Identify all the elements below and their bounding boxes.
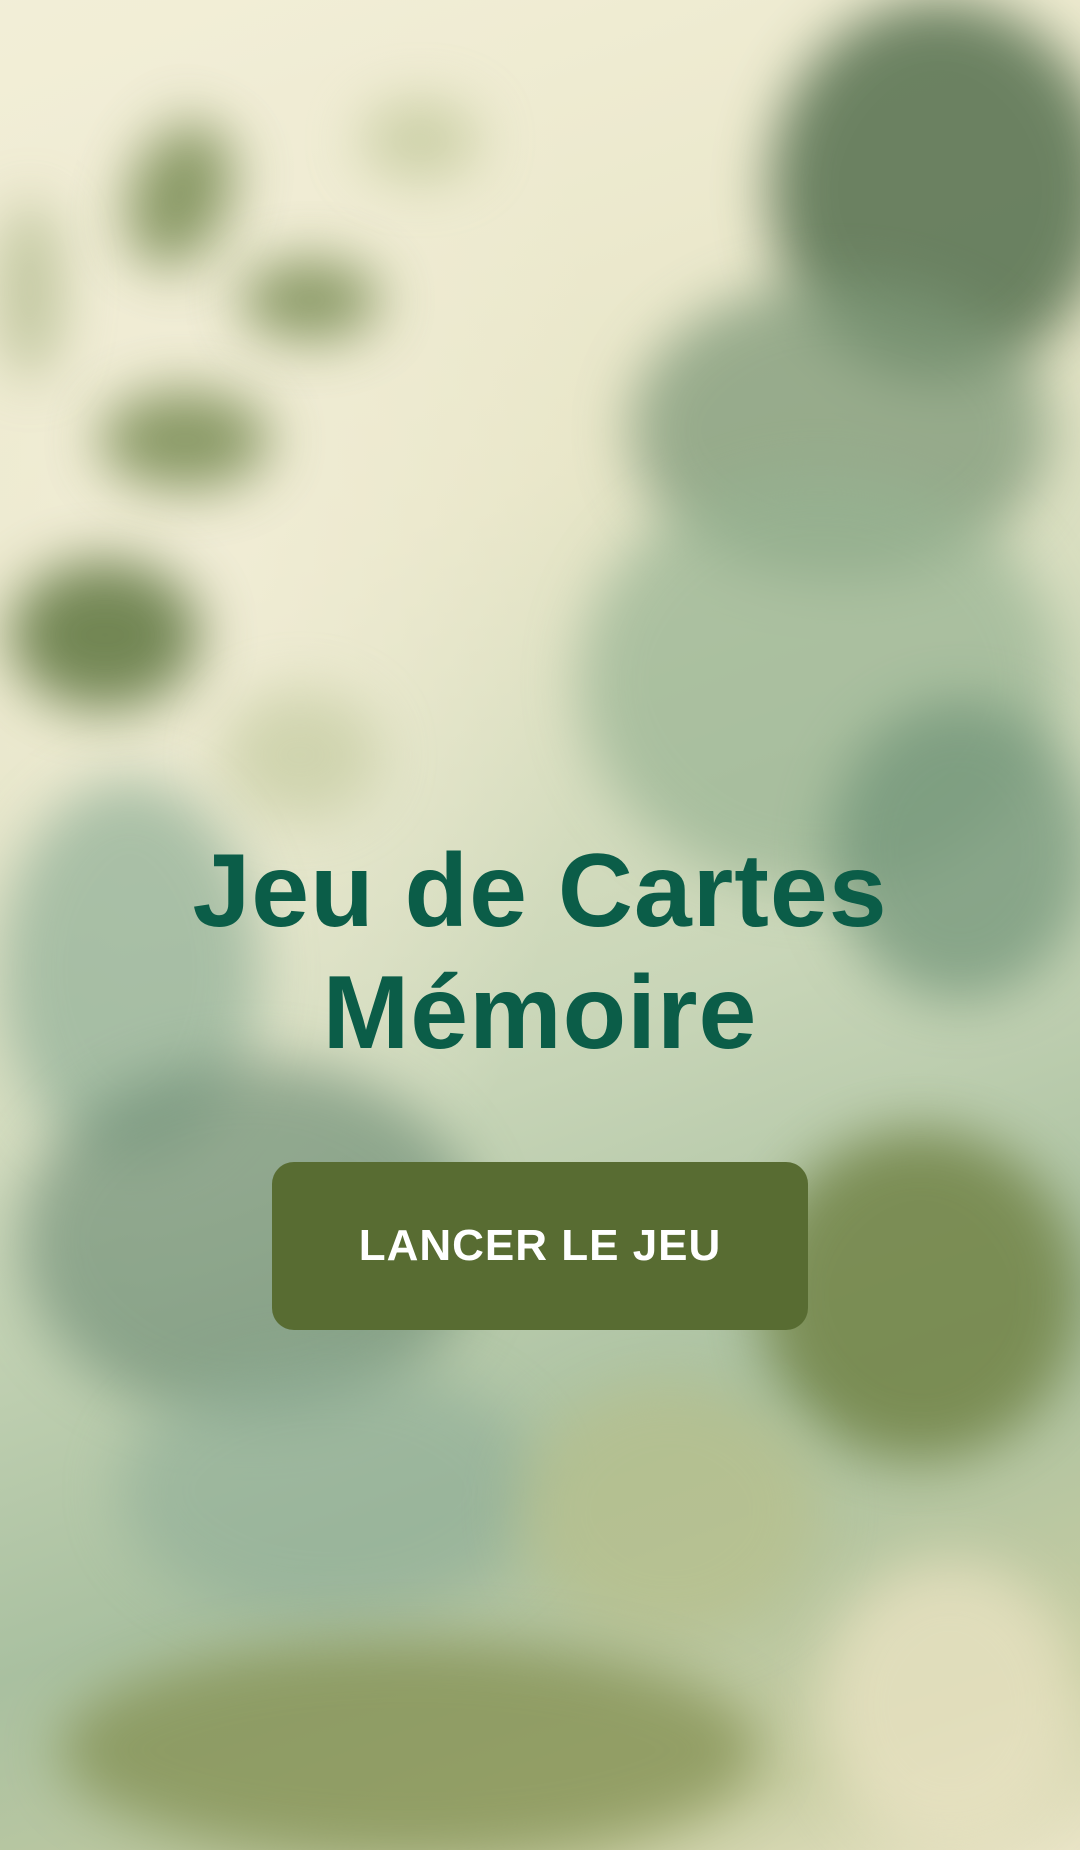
leaf-shape bbox=[10, 560, 200, 710]
leaf-shape bbox=[820, 1560, 1080, 1850]
leaf-shape bbox=[220, 690, 380, 820]
leaf-shape bbox=[240, 260, 380, 340]
leaf-shape bbox=[520, 1380, 820, 1640]
leaf-shape bbox=[100, 390, 270, 490]
start-game-button[interactable]: LANCER LE JEU bbox=[272, 1162, 808, 1330]
leaf-shape bbox=[760, 1130, 1080, 1460]
leaf-shape bbox=[60, 1640, 760, 1850]
title-line-1: Jeu de Cartes bbox=[192, 833, 888, 949]
title-line-2: Mémoire bbox=[322, 955, 758, 1071]
page-title: Jeu de Cartes Mémoire bbox=[0, 830, 1080, 1074]
leaf-shape bbox=[0, 200, 60, 380]
leaf-shape bbox=[120, 1360, 540, 1620]
leaf-shape bbox=[107, 107, 253, 283]
leaf-shape bbox=[360, 100, 480, 180]
